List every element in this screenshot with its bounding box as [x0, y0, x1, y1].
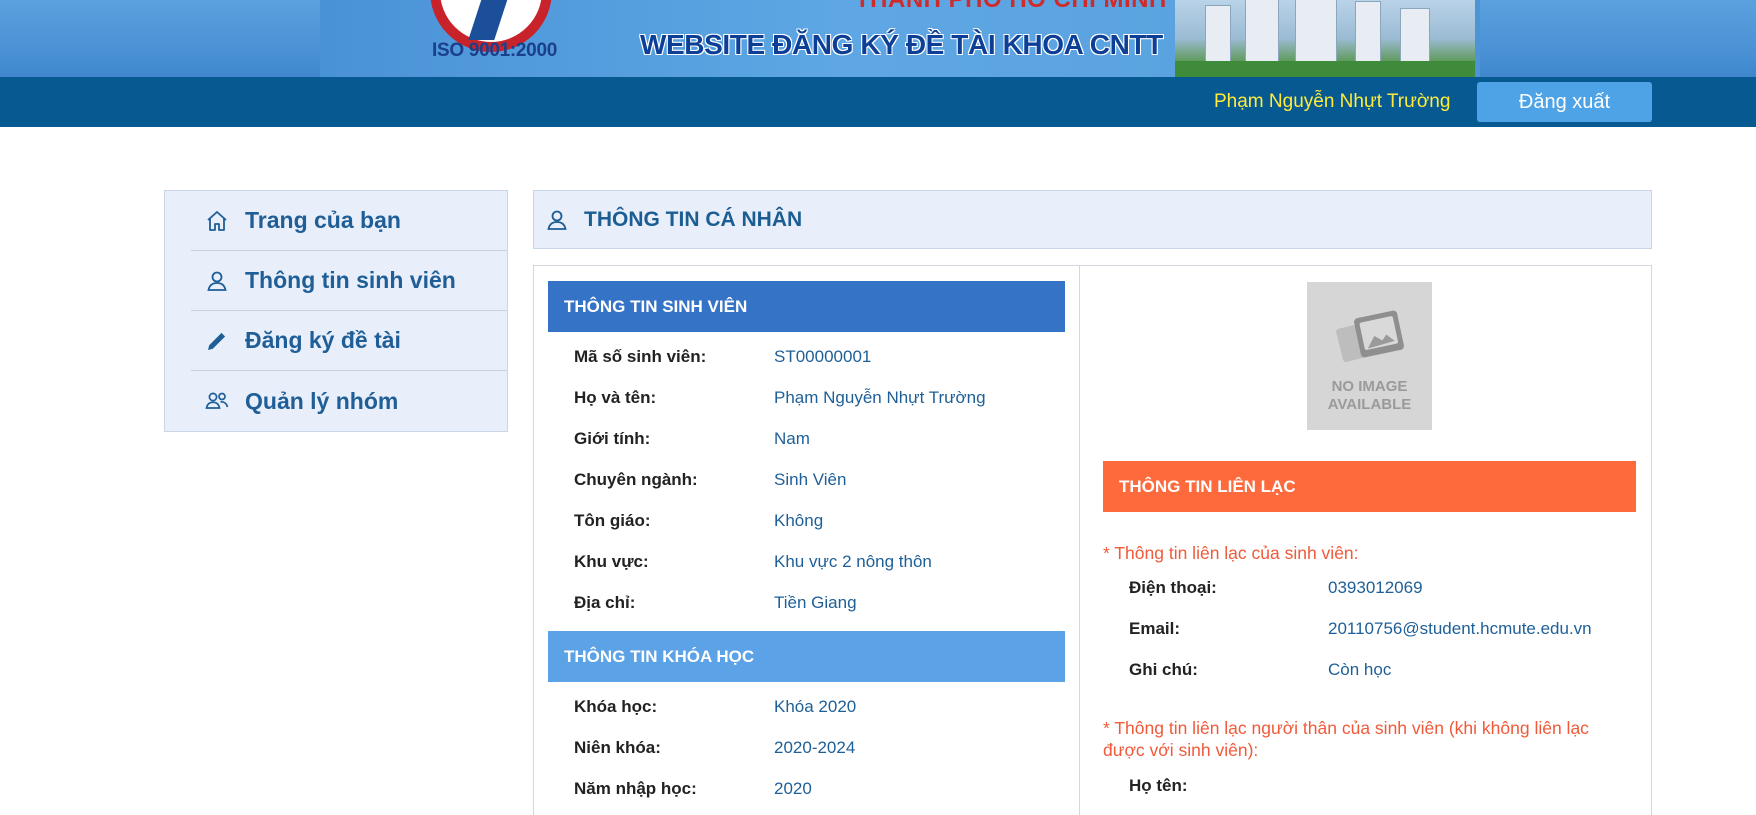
sidebar-item-manage-group[interactable]: Quản lý nhóm [191, 371, 507, 431]
sidebar-item-label: Trang của bạn [245, 207, 401, 233]
major-value: Sinh Viên [774, 470, 847, 489]
gender-value: Nam [774, 429, 810, 448]
pencil-icon [204, 328, 230, 354]
sidebar-item-student-info[interactable]: Thông tin sinh viên [191, 251, 507, 311]
sidebar: Trang của bạn Thông tin sinh viên Đăng k… [164, 190, 508, 432]
sidebar-item-register-topic[interactable]: Đăng ký đề tài [191, 311, 507, 371]
home-icon [204, 208, 230, 234]
image-placeholder-icon [1336, 310, 1404, 362]
field-label: Giới tính: [574, 429, 651, 448]
field-label: Khóa học: [574, 697, 658, 716]
phone-value: 0393012069 [1328, 578, 1423, 597]
city-label: THÀNH PHỐ HỒ CHÍ MINH [855, 0, 1167, 14]
field-label: Tôn giáo: [574, 511, 651, 530]
users-icon [204, 388, 230, 414]
campus-building-image [1175, 0, 1475, 77]
iso-label: ISO 9001:2000 [432, 40, 557, 61]
academic-years-value: 2020-2024 [774, 738, 856, 757]
field-label: Điện thoại: [1129, 578, 1217, 597]
sidebar-item-home[interactable]: Trang của bạn [191, 191, 507, 251]
field-label: Chuyên ngành: [574, 470, 698, 489]
relative-contact-note-line1: * Thông tin liên lạc người thân của sinh… [1103, 718, 1589, 738]
column-divider [1079, 265, 1080, 815]
field-label: Niên khóa: [574, 738, 661, 757]
field-label: Họ và tên: [574, 388, 657, 407]
no-image-text-line1: NO IMAGE [1331, 378, 1408, 395]
course-value: Khóa 2020 [774, 697, 857, 716]
relative-contact-note-line2: được với sinh viên): [1103, 740, 1259, 760]
field-label: Họ tên: [1129, 776, 1188, 795]
current-user-name: Phạm Nguyễn Nhựt Trường [1214, 91, 1451, 112]
user-icon [204, 268, 230, 294]
region-value: Khu vực 2 nông thôn [774, 552, 932, 571]
user-icon [544, 207, 570, 233]
sidebar-item-label: Đăng ký đề tài [245, 327, 401, 353]
field-label: Mã số sinh viên: [574, 347, 707, 366]
field-label: Email: [1129, 619, 1181, 638]
full-name-value: Phạm Nguyễn Nhựt Trường [774, 388, 986, 407]
page-title: THÔNG TIN CÁ NHÂN [584, 207, 803, 231]
student-id-value: ST00000001 [774, 347, 872, 366]
field-label: Ghi chú: [1129, 660, 1198, 679]
contact-info-header: THÔNG TIN LIÊN LẠC [1103, 461, 1636, 512]
field-label: Năm nhập học: [574, 779, 697, 798]
email-value: 20110756@student.hcmute.edu.vn [1328, 619, 1592, 638]
site-title: WEBSITE ĐĂNG KÝ ĐỀ TÀI KHOA CNTT [640, 29, 1163, 60]
page-header: THÔNG TIN CÁ NHÂN [533, 190, 1652, 249]
enrollment-year-value: 2020 [774, 779, 812, 798]
no-image-text-line2: AVAILABLE [1327, 396, 1412, 413]
field-label: Khu vực: [574, 552, 649, 571]
religion-value: Không [774, 511, 824, 530]
sidebar-item-label: Quản lý nhóm [245, 387, 399, 414]
profile-photo-placeholder: NO IMAGE AVAILABLE [1307, 282, 1432, 430]
field-label: Địa chỉ: [574, 593, 636, 612]
student-info-header: THÔNG TIN SINH VIÊN [548, 281, 1065, 332]
logout-button[interactable]: Đăng xuất [1477, 82, 1652, 122]
course-info-header: THÔNG TIN KHÓA HỌC [548, 631, 1065, 682]
student-contact-note: * Thông tin liên lạc của sinh viên: [1103, 543, 1359, 563]
sidebar-item-label: Thông tin sinh viên [245, 267, 456, 293]
site-banner: ISO 9001:2000 THÀNH PHỐ HỒ CHÍ MINH WEBS… [0, 0, 1756, 77]
address-value: Tiền Giang [774, 593, 857, 612]
note-value: Còn học [1328, 660, 1392, 679]
